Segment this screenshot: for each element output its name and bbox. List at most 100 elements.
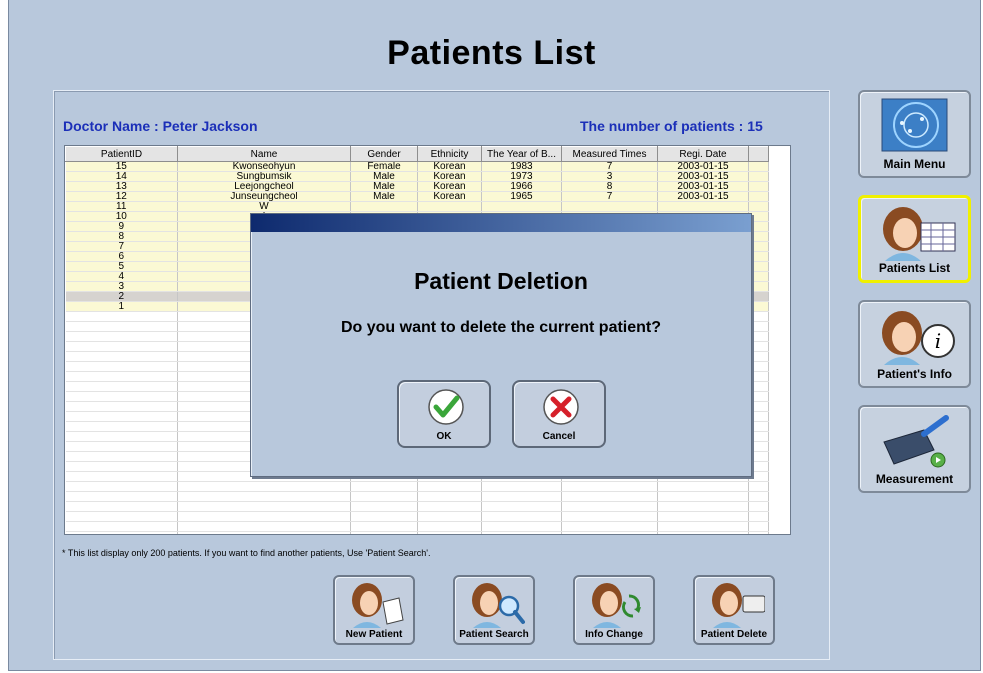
column-header[interactable]: The Year of B... [481,146,562,162]
table-cell: 10 [65,211,178,222]
table-cell [657,491,749,502]
table-row[interactable] [65,501,769,512]
table-row[interactable] [65,511,769,522]
table-cell: 2003-01-15 [657,171,749,182]
measurement-button[interactable]: Measurement [858,405,971,493]
table-cell [65,321,178,332]
column-header[interactable]: PatientID [65,146,178,162]
table-cell [65,521,178,532]
table-cell [481,201,562,212]
column-header[interactable]: Regi. Date [657,146,749,162]
table-cell: 6 [65,251,178,262]
table-cell: 5 [65,261,178,272]
table-cell [65,431,178,442]
table-cell: 1965 [481,191,562,202]
table-cell [748,531,769,534]
dialog-title-bar[interactable] [251,214,751,232]
main-menu-label: Main Menu [883,157,946,171]
new-patient-icon [352,583,404,628]
table-row[interactable]: 11 W [65,201,769,212]
new-patient-label: New Patient [345,629,403,640]
table-row[interactable] [65,491,769,502]
table-cell [748,491,769,502]
info-change-label: Info Change [585,629,643,640]
table-row[interactable] [65,521,769,532]
table-cell [561,491,658,502]
table-row[interactable]: 13 Leejongcheol Male Korean 1966 8 2003-01-15 [65,181,769,192]
refresh-arrows-icon [592,583,641,628]
delete-key-icon [712,583,765,628]
dialog-title: Patient Deletion [414,268,588,294]
table-cell [748,521,769,532]
table-cell: Korean [417,171,482,182]
table-cell [65,361,178,372]
table-cell [748,171,769,182]
table-cell [350,531,418,534]
table-row[interactable] [65,531,769,534]
table-cell [748,481,769,492]
table-cell: 1983 [481,161,562,172]
main-menu-button[interactable]: Main Menu [858,90,971,178]
column-header[interactable]: Ethnicity [417,146,482,162]
table-cell [177,511,351,522]
page-title: Patients List [387,34,596,72]
doctor-name: Doctor Name : Peter Jackson [63,118,258,134]
table-cell: 8 [65,231,178,242]
table-cell [350,501,418,512]
patients-info-button[interactable]: i Patient's Info [858,300,971,388]
table-cell: Sungbumsik [177,171,351,182]
table-cell [417,491,482,502]
table-cell: Korean [417,181,482,192]
table-cell [65,421,178,432]
table-cell: 14 [65,171,178,182]
table-cell [561,481,658,492]
column-header[interactable]: Name [177,146,351,162]
table-row[interactable]: 15 Kwonseohyun Female Korean 1983 7 2003-01-15 [65,161,769,172]
table-row[interactable] [65,481,769,492]
table-cell [65,501,178,512]
table-cell [417,481,482,492]
table-cell [65,311,178,322]
info-change-button[interactable]: Info Change [573,575,655,645]
table-cell [748,191,769,202]
table-cell [657,521,749,532]
table-cell [350,511,418,522]
patient-search-button[interactable]: Patient Search [453,575,535,645]
patients-list-button[interactable]: Patients List [858,195,971,283]
table-cell: Kwonseohyun [177,161,351,172]
table-cell: 12 [65,191,178,202]
table-cell [561,511,658,522]
main-menu-icon [881,98,948,152]
ok-button[interactable]: OK [397,380,491,448]
table-cell [65,371,178,382]
table-cell: 11 [65,201,178,212]
table-cell [748,201,769,212]
table-cell [65,471,178,482]
new-patient-button[interactable]: New Patient [333,575,415,645]
table-cell [417,521,482,532]
column-header[interactable]: Measured Times [561,146,658,162]
table-header-row: PatientID Name Gender Ethnicity The Year… [65,146,769,162]
magnifier-icon [472,583,525,628]
table-cell [481,501,562,512]
table-cell: Male [350,191,418,202]
patients-list-icon [883,207,956,261]
patients-info-icon: i [882,311,955,365]
table-cell: 1973 [481,171,562,182]
table-cell: Korean [417,161,482,172]
table-cell [350,521,418,532]
patient-delete-button[interactable]: Patient Delete [693,575,775,645]
table-cell [417,511,482,522]
table-cell [657,531,749,534]
table-cell [65,531,178,534]
table-cell: Male [350,171,418,182]
table-row[interactable]: 12 Junseungcheol Male Korean 1965 7 2003-01-15 [65,191,769,202]
table-cell: Korean [417,191,482,202]
table-cell [65,411,178,422]
column-header[interactable]: Gender [350,146,418,162]
cancel-button[interactable]: Cancel [512,380,606,448]
table-cell: Leejongcheol [177,181,351,192]
table-cell [65,381,178,392]
table-row[interactable]: 14 Sungbumsik Male Korean 1973 3 2003-01-15 [65,171,769,182]
svg-text:i: i [935,329,941,353]
